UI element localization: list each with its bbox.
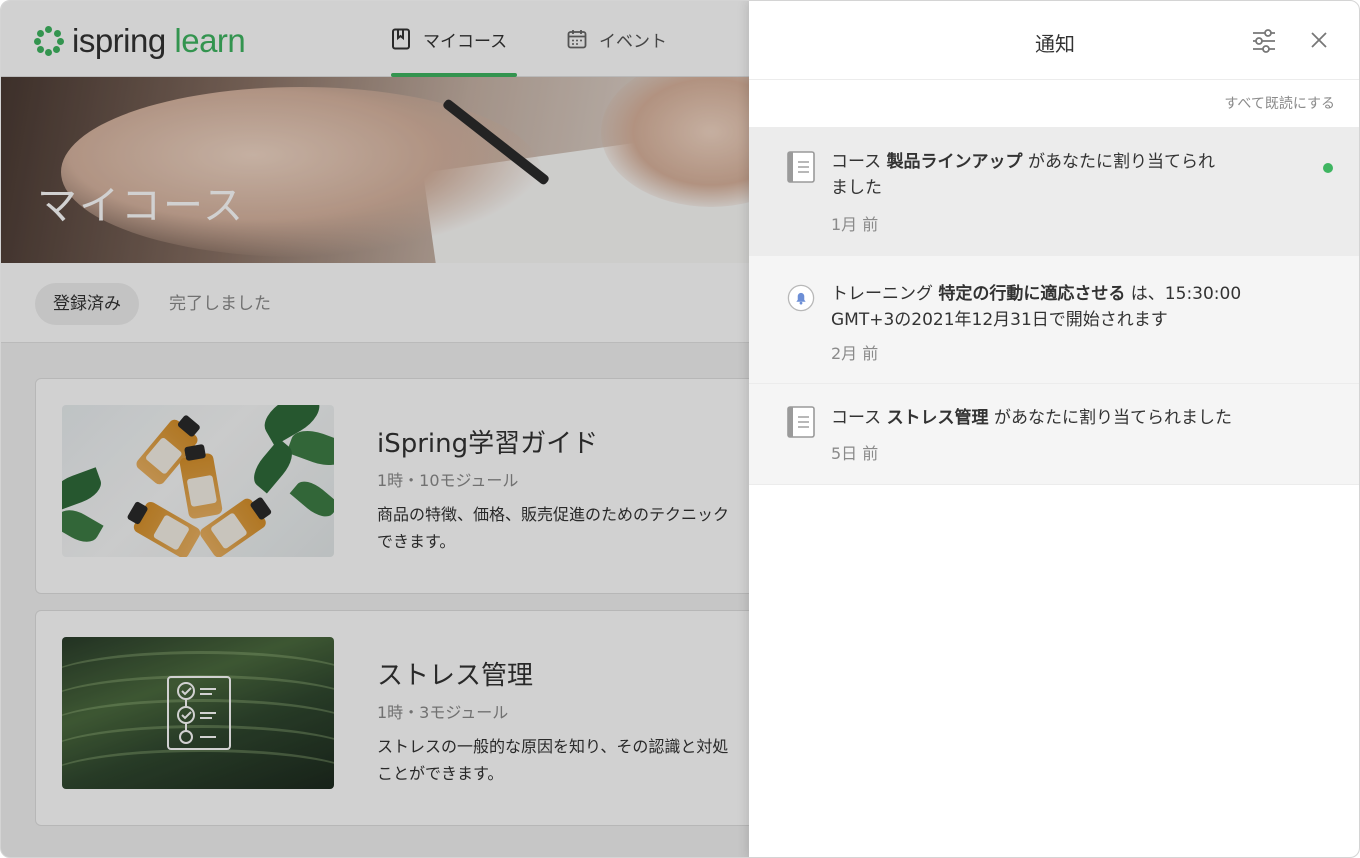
notifications-panel: 通知 すべて既読にする コース 製品ラインアップ があなたに割り当てられ ました… bbox=[749, 1, 1359, 857]
notification-item[interactable]: コース ストレス管理 があなたに割り当てられました 5日 前 bbox=[749, 384, 1359, 485]
app-window: ispring learn マイコース イベント マイコース 登録済み 完了しま… bbox=[0, 0, 1360, 858]
notification-settings-button[interactable] bbox=[1251, 28, 1277, 54]
notification-prefix: コース bbox=[831, 152, 887, 172]
notification-subject[interactable]: ストレス管理 bbox=[887, 408, 989, 428]
document-icon bbox=[787, 406, 815, 438]
mark-all-read-link[interactable]: すべて既読にする bbox=[1224, 93, 1335, 113]
notification-prefix: コース bbox=[831, 408, 887, 428]
notification-text: コース 製品ラインアップ があなたに割り当てられ ました bbox=[831, 149, 1271, 201]
notification-prefix: トレーニング bbox=[831, 284, 939, 304]
bell-icon bbox=[787, 284, 815, 312]
notification-item[interactable]: トレーニング 特定の行動に適応させる は、15:30:00 GMT+3の2021… bbox=[749, 256, 1359, 384]
notification-time: 1月 前 bbox=[831, 215, 879, 234]
notification-text: コース ストレス管理 があなたに割り当てられました bbox=[831, 405, 1271, 431]
close-icon bbox=[1311, 32, 1327, 48]
unread-indicator bbox=[1323, 163, 1333, 173]
document-icon bbox=[787, 151, 815, 183]
notification-subject[interactable]: 特定の行動に適応させる bbox=[938, 284, 1125, 304]
notification-suffix: は、15:30:00 bbox=[1125, 284, 1242, 304]
notification-time: 5日 前 bbox=[831, 444, 879, 463]
notification-subject[interactable]: 製品ラインアップ bbox=[887, 152, 1023, 172]
notification-suffix: があなたに割り当てられ bbox=[1022, 152, 1215, 172]
notification-text: トレーニング 特定の行動に適応させる は、15:30:00 GMT+3の2021… bbox=[831, 281, 1271, 333]
close-panel-button[interactable] bbox=[1307, 28, 1331, 52]
sliders-icon bbox=[1253, 29, 1275, 53]
notifications-header: 通知 bbox=[749, 1, 1359, 80]
notification-suffix: があなたに割り当てられました bbox=[988, 408, 1232, 428]
notification-line2: GMT+3の2021年12月31日で開始されます bbox=[831, 310, 1168, 330]
notification-item[interactable]: コース 製品ラインアップ があなたに割り当てられ ました 1月 前 bbox=[749, 127, 1359, 256]
notification-line2: ました bbox=[831, 178, 882, 198]
notification-time: 2月 前 bbox=[831, 344, 879, 363]
